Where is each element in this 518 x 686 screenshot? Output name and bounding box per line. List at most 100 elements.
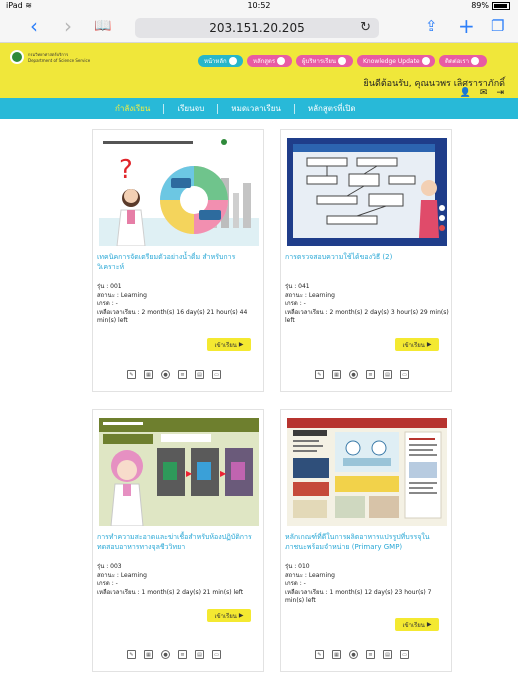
webcam-icon[interactable]: ● <box>161 370 170 379</box>
svg-text:▶: ▶ <box>186 469 193 478</box>
tab-completed[interactable]: เรียนจบ <box>164 98 217 119</box>
enter-class-button[interactable]: เข้าเรียน ▶ <box>207 609 251 622</box>
logout-icon[interactable]: ⇥ <box>496 88 504 98</box>
course-title[interactable]: หลักเกณฑ์ที่ดีในการผลิตอาหารแปรรูปที่บรร… <box>285 532 450 552</box>
nav-admin-label: ผู้บริหารเรียน <box>302 58 336 65</box>
nav-home[interactable]: หน้าหลัก ⌂ <box>198 55 243 67</box>
course-tabs: กำลังเรียน เรียนจบ หมดเวลาเรียน หลักสูตร… <box>102 98 369 119</box>
knowledge-icon: ◉ <box>421 57 430 65</box>
course-card: การตรวจสอบความใช้ได้ของวิธี (2) รุ่น : 0… <box>280 129 452 392</box>
course-tools: ✎ ▦ ● ≡ ▤ ▭ <box>127 650 221 659</box>
new-tab-plus-icon[interactable]: + <box>458 16 475 36</box>
browser-toolbar: ‹ › 📖 203.151.20.205 ↻ ⇪ + ❐ <box>0 12 518 43</box>
admin-icon: ▣ <box>337 57 346 65</box>
clock: 10:52 <box>247 1 271 10</box>
document-icon[interactable]: ≡ <box>178 370 187 379</box>
course-title[interactable]: การตรวจสอบความใช้ได้ของวิธี (2) <box>285 252 450 262</box>
course-thumbnail[interactable]: ? <box>99 138 259 246</box>
nav-knowledge-update[interactable]: Knowledge Update ◉ <box>357 55 435 67</box>
book-icon[interactable]: ▤ <box>195 650 204 659</box>
course-list: ? เทคนิคการจัดเตรียมตัวอย่างน้ำดื่ม สำหร… <box>0 119 518 686</box>
course-card: ▶ ▶ การทำความสะอาดและฆ่าเชื้อสำหรับห้องป… <box>92 409 264 672</box>
org-logo[interactable]: กรมวิทยาศาสตร์บริการ Department of Scien… <box>10 50 90 64</box>
course-tools: ✎ ▦ ● ≡ ▤ ▭ <box>315 650 409 659</box>
org-name-en: Department of Science Service <box>28 58 91 63</box>
forward-arrow-icon[interactable]: › <box>64 16 72 36</box>
edit-icon[interactable]: ✎ <box>127 370 136 379</box>
course-meta: รุ่น : 001 สถานะ : Learning เกรด : - เหล… <box>97 283 263 326</box>
nav-courses[interactable]: หลักสูตร ▣ <box>247 55 292 67</box>
book-icon[interactable]: ▤ <box>383 370 392 379</box>
nav-home-label: หน้าหลัก <box>204 58 227 65</box>
course-code: รุ่น : 010 <box>285 563 310 570</box>
course-tools: ✎ ▦ ● ≡ ▤ ▭ <box>127 370 221 379</box>
course-title[interactable]: เทคนิคการจัดเตรียมตัวอย่างน้ำดื่ม สำหรับ… <box>97 252 262 272</box>
nav-courses-label: หลักสูตร <box>253 58 276 65</box>
course-card: ? เทคนิคการจัดเตรียมตัวอย่างน้ำดื่ม สำหร… <box>92 129 264 392</box>
edit-icon[interactable]: ✎ <box>127 650 136 659</box>
address-bar[interactable]: 203.151.20.205 ↻ <box>135 18 379 38</box>
document-icon[interactable]: ≡ <box>366 370 375 379</box>
course-status: สถานะ : Learning <box>97 571 147 579</box>
enter-class-button[interactable]: เข้าเรียน ▶ <box>207 338 251 351</box>
org-name-th: กรมวิทยาศาสตร์บริการ <box>28 52 69 57</box>
webcam-icon[interactable]: ● <box>349 650 358 659</box>
user-profile-icon[interactable]: 👤 <box>460 88 471 98</box>
bookmarks-book-icon[interactable]: 📖 <box>94 16 111 36</box>
course-code: รุ่น : 001 <box>97 283 122 290</box>
document-icon[interactable]: ≡ <box>366 650 375 659</box>
edit-icon[interactable]: ✎ <box>315 370 324 379</box>
course-grade: เกรด : - <box>285 580 306 587</box>
nav-admin[interactable]: ผู้บริหารเรียน ▣ <box>296 55 353 67</box>
course-status: สถานะ : Learning <box>97 291 147 299</box>
course-tools: ✎ ▦ ● ≡ ▤ ▭ <box>315 370 409 379</box>
webcam-icon[interactable]: ● <box>161 650 170 659</box>
tab-expired[interactable]: หมดเวลาเรียน <box>218 98 294 119</box>
main-nav: หน้าหลัก ⌂ หลักสูตร ▣ ผู้บริหารเรียน ▣ K… <box>198 55 487 67</box>
chat-icon[interactable]: ▭ <box>212 370 221 379</box>
course-title[interactable]: การทำความสะอาดและฆ่าเชื้อสำหรับห้องปฏิบั… <box>97 532 262 552</box>
battery-icon <box>492 1 510 10</box>
reload-icon[interactable]: ↻ <box>360 20 371 35</box>
play-icon: ▶ <box>426 341 432 348</box>
enter-class-label: เข้าเรียน <box>402 621 425 629</box>
chat-icon[interactable]: ▭ <box>400 650 409 659</box>
courses-icon: ▣ <box>277 57 286 65</box>
back-arrow-icon[interactable]: ‹ <box>30 16 38 36</box>
calendar-icon[interactable]: ▦ <box>144 370 153 379</box>
course-grade: เกรด : - <box>97 300 118 307</box>
course-meta: รุ่น : 003 สถานะ : Learning เกรด : - เหล… <box>97 563 263 597</box>
site-header: กรมวิทยาศาสตร์บริการ Department of Scien… <box>0 43 518 98</box>
status-bar: iPad ≋ 10:52 89% <box>0 0 518 12</box>
enter-class-button[interactable]: เข้าเรียน ▶ <box>395 618 439 631</box>
enter-class-label: เข้าเรียน <box>214 612 237 620</box>
chat-icon[interactable]: ▭ <box>400 370 409 379</box>
webcam-icon[interactable]: ● <box>349 370 358 379</box>
calendar-icon[interactable]: ▦ <box>332 370 341 379</box>
edit-icon[interactable]: ✎ <box>315 650 324 659</box>
book-icon[interactable]: ▤ <box>383 650 392 659</box>
calendar-icon[interactable]: ▦ <box>332 650 341 659</box>
mail-icon[interactable]: ✉ <box>480 88 488 98</box>
course-thumbnail[interactable] <box>287 418 447 526</box>
tab-open-courses[interactable]: หลักสูตรที่เปิด <box>295 98 369 119</box>
course-meta: รุ่น : 041 สถานะ : Learning เกรด : - เหล… <box>285 283 451 326</box>
tabs-icon[interactable]: ❐ <box>491 16 504 36</box>
nav-contact[interactable]: ติดต่อเรา ✉ <box>439 55 487 67</box>
time-remaining: เหลือเวลาเรียน : 2 month(s) 2 day(s) 3 h… <box>285 308 449 325</box>
play-icon: ▶ <box>426 621 432 628</box>
book-icon[interactable]: ▤ <box>195 370 204 379</box>
time-remaining: เหลือเวลาเรียน : 1 month(s) 12 day(s) 23… <box>285 588 432 605</box>
document-icon[interactable]: ≡ <box>178 650 187 659</box>
enter-class-label: เข้าเรียน <box>214 341 237 349</box>
course-thumbnail[interactable] <box>287 138 447 246</box>
url-text[interactable]: 203.151.20.205 <box>135 21 379 35</box>
chat-icon[interactable]: ▭ <box>212 650 221 659</box>
course-thumbnail[interactable]: ▶ ▶ <box>99 418 259 526</box>
course-grade: เกรด : - <box>97 580 118 587</box>
calendar-icon[interactable]: ▦ <box>144 650 153 659</box>
enter-class-label: เข้าเรียน <box>402 341 425 349</box>
tab-learning[interactable]: กำลังเรียน <box>102 98 163 119</box>
enter-class-button[interactable]: เข้าเรียน ▶ <box>395 338 439 351</box>
share-icon[interactable]: ⇪ <box>425 16 438 36</box>
